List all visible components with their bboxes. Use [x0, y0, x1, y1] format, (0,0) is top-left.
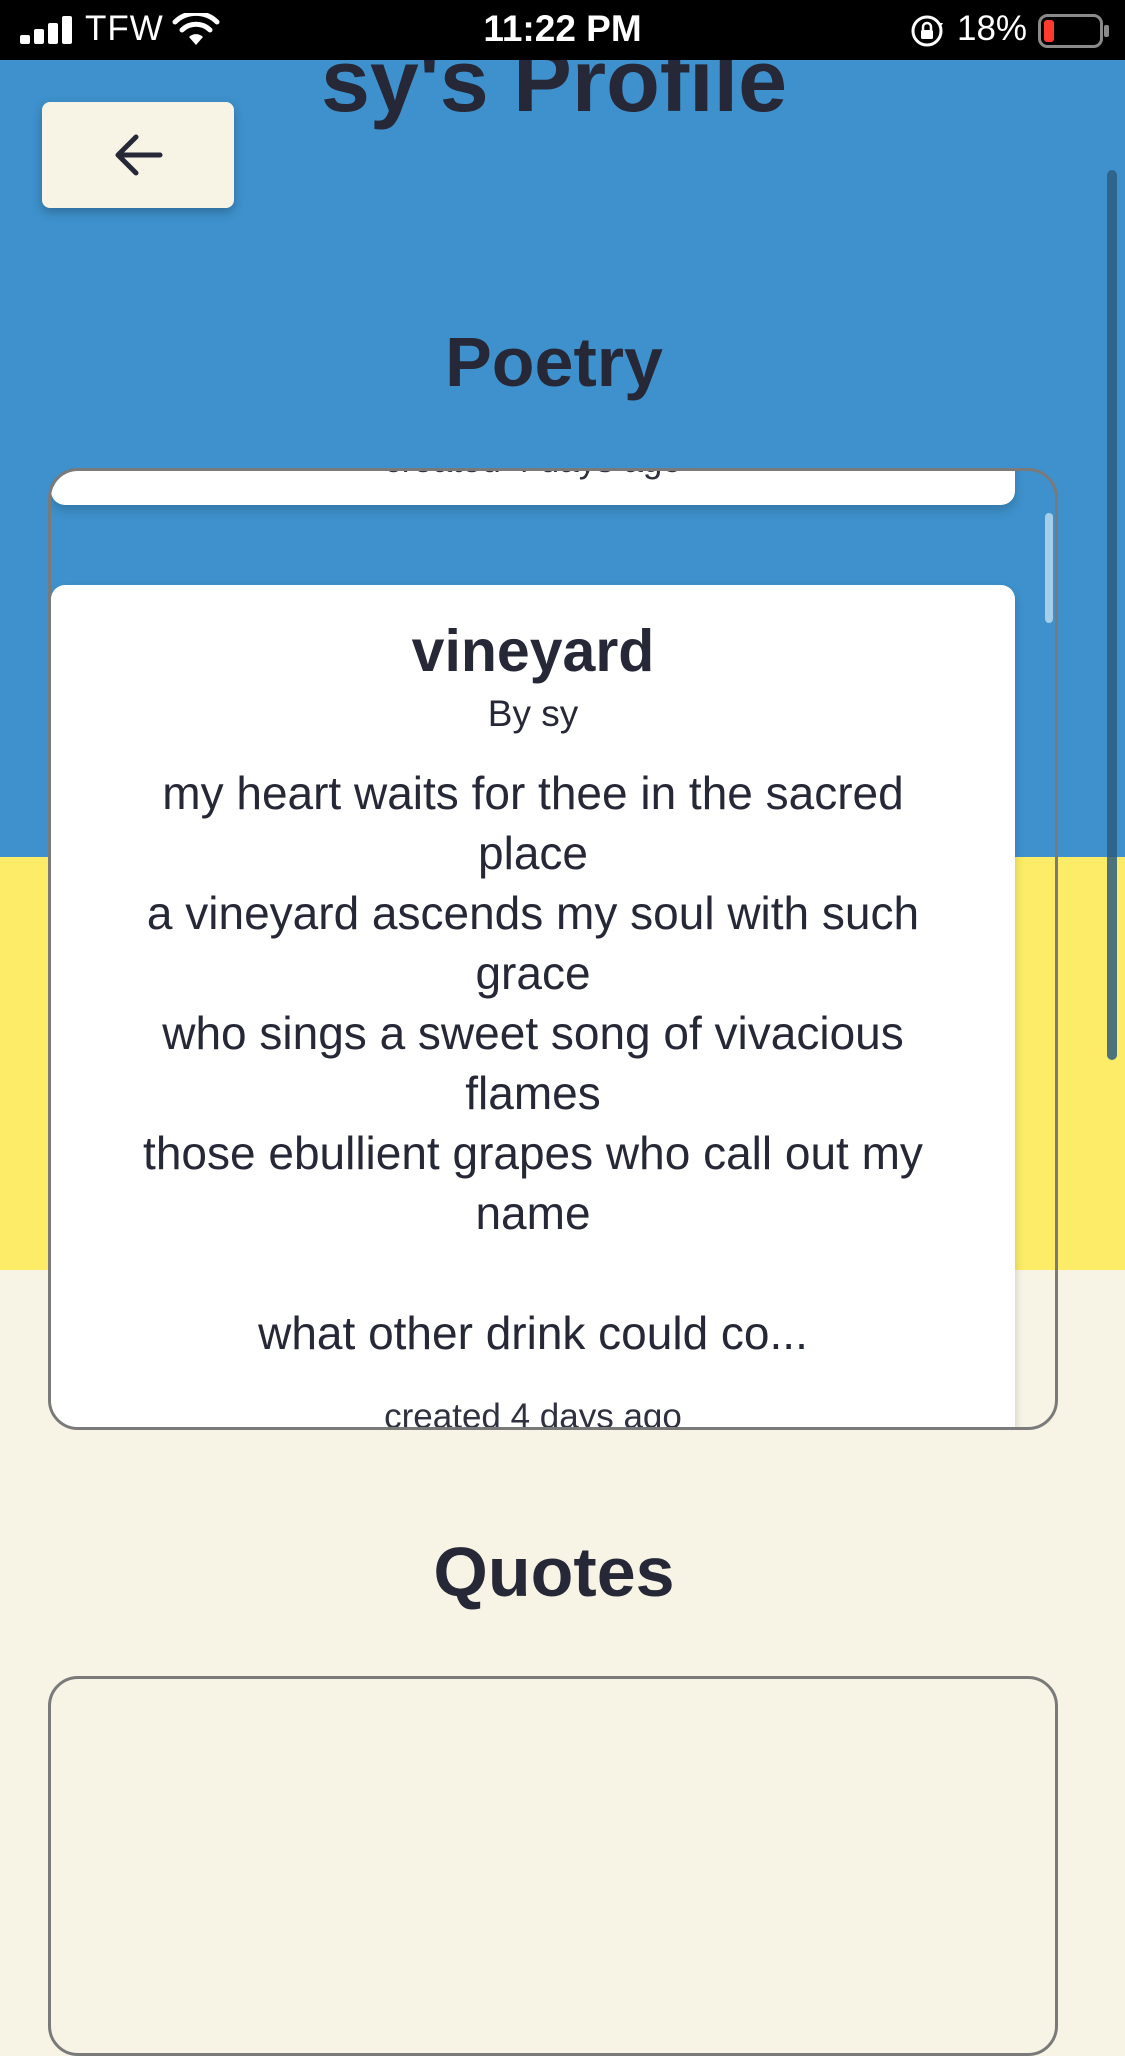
poem-line: my heart waits for thee in the sacred pl…	[162, 767, 904, 879]
poetry-list[interactable]: created 4 days ago vineyard By sy my hea…	[48, 468, 1058, 1430]
poetry-section-title: Poetry	[445, 323, 663, 401]
status-bar: TFW 11:22 PM 18%	[0, 0, 1125, 60]
stanza-gap	[107, 1243, 959, 1303]
back-button[interactable]	[42, 102, 234, 208]
rotation-lock-icon	[911, 15, 943, 47]
quotes-section-title: Quotes	[433, 1533, 675, 1611]
page-scrollbar[interactable]	[1107, 170, 1117, 1060]
poem-card[interactable]: vineyard By sy my heart waits for thee i…	[51, 585, 1015, 1430]
battery-icon	[1038, 14, 1109, 48]
poem-line: a vineyard ascends my soul with such gra…	[146, 887, 920, 999]
poetry-list-scrollbar[interactable]	[1045, 513, 1053, 623]
poem-line: what other drink could co...	[258, 1307, 808, 1359]
poem-title: vineyard	[411, 618, 655, 684]
arrow-left-icon	[115, 134, 163, 176]
poem-line: who sings a sweet song of vivacious flam…	[162, 1007, 904, 1119]
quotes-list[interactable]	[48, 1676, 1058, 2056]
poem-created-label: created 4 days ago	[384, 1397, 682, 1430]
poem-author: By sy	[487, 693, 579, 734]
poem-excerpt: my heart waits for thee in the sacred pl…	[107, 763, 959, 1363]
poem-created-label: created 4 days ago	[51, 471, 1015, 481]
poem-card-previous[interactable]: created 4 days ago	[51, 471, 1015, 505]
battery-percent: 18%	[957, 9, 1028, 48]
poem-line: those ebullient grapes who call out my n…	[143, 1127, 923, 1239]
